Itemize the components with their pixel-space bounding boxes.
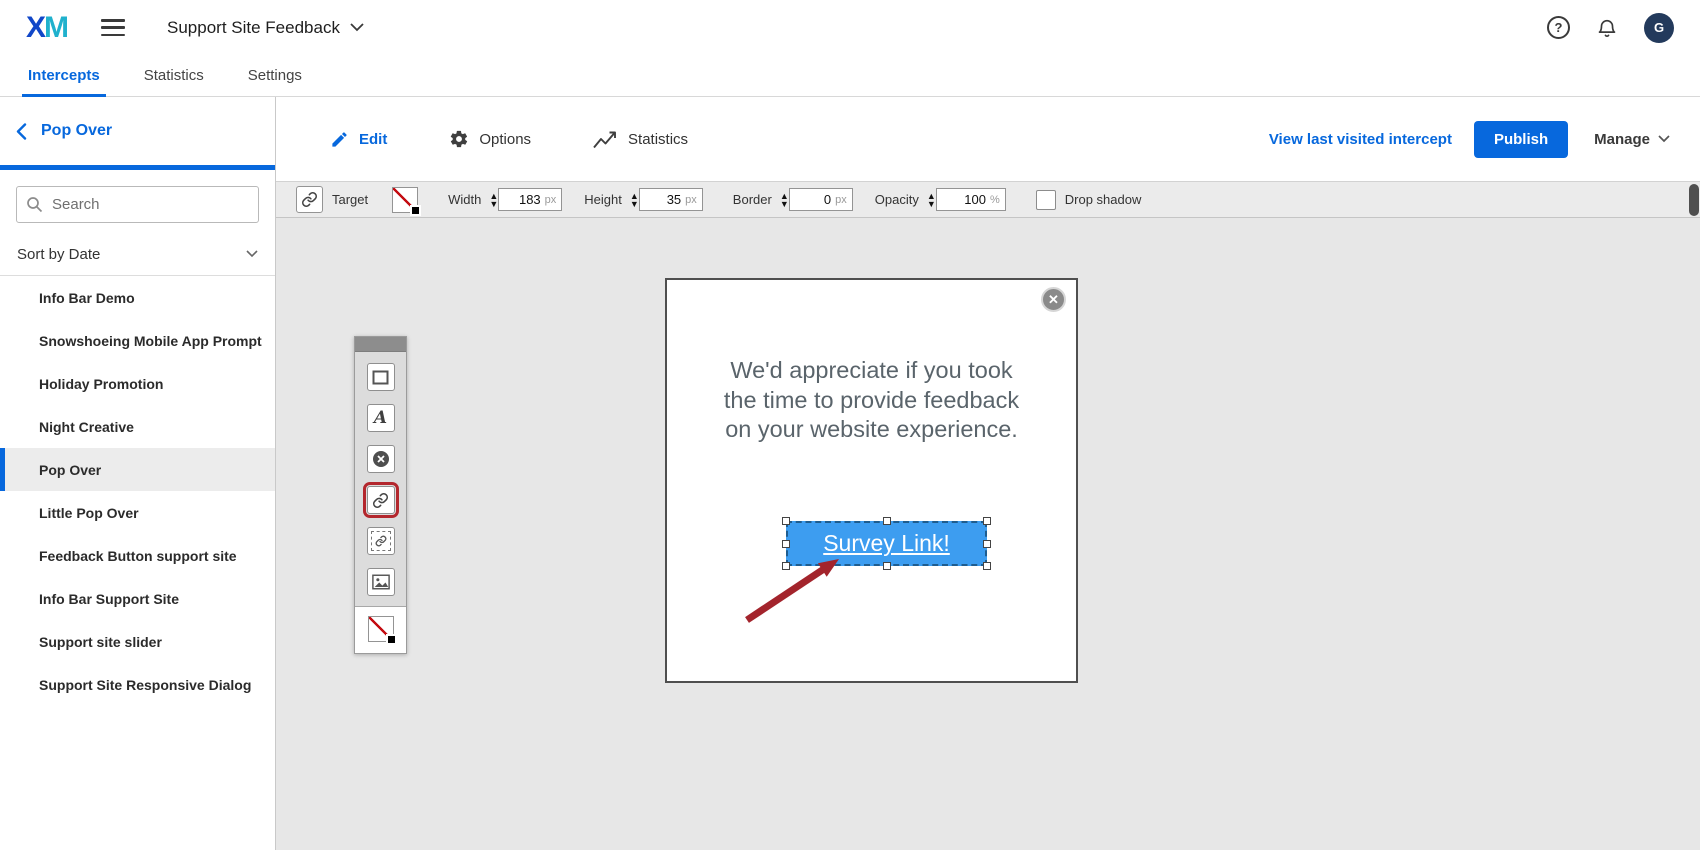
image-icon: [372, 574, 390, 590]
palette-color-section: [355, 606, 406, 653]
publish-button[interactable]: Publish: [1474, 121, 1568, 158]
sort-label: Sort by Date: [17, 246, 100, 263]
creative-tool-palette: A: [354, 336, 407, 654]
border-label: Border: [733, 192, 772, 207]
text-icon: A: [374, 408, 387, 428]
height-stepper[interactable]: ▲▼: [630, 192, 639, 208]
sort-by-date-dropdown[interactable]: Sort by Date: [0, 233, 275, 276]
list-item[interactable]: Holiday Promotion: [0, 362, 275, 405]
topbar-actions: ? G: [1547, 13, 1674, 43]
close-circle-icon: [372, 450, 390, 468]
survey-link-element[interactable]: Survey Link!: [786, 521, 987, 566]
resize-handle[interactable]: [782, 517, 790, 525]
view-last-visited-link[interactable]: View last visited intercept: [1269, 131, 1452, 148]
target-label: Target: [332, 192, 368, 207]
text-tool-button[interactable]: A: [367, 404, 395, 432]
list-item[interactable]: Little Pop Over: [0, 491, 275, 534]
drop-shadow-label: Drop shadow: [1065, 192, 1142, 207]
current-intercept-name: Pop Over: [41, 122, 112, 140]
rectangle-icon: [372, 370, 389, 385]
pencil-icon: [330, 130, 349, 149]
manage-dropdown[interactable]: Manage: [1594, 131, 1670, 148]
list-item[interactable]: Support Site Responsive Dialog: [0, 663, 275, 706]
search-box[interactable]: [16, 186, 259, 223]
primary-tabs: Intercepts Statistics Settings: [0, 55, 1700, 97]
opacity-input[interactable]: 100%: [936, 188, 1006, 211]
list-item[interactable]: Info Bar Support Site: [0, 577, 275, 620]
design-canvas: A: [276, 218, 1700, 850]
scrollbar-thumb[interactable]: [1689, 184, 1699, 216]
hamburger-menu-icon[interactable]: [101, 19, 125, 36]
chevron-left-icon: [16, 123, 27, 140]
list-item-selected[interactable]: Pop Over: [0, 448, 275, 491]
options-mode-button[interactable]: Options: [449, 129, 531, 149]
search-icon: [26, 196, 43, 213]
popover-message[interactable]: We'd appreciate if you took the time to …: [711, 356, 1032, 445]
action-toolbar: Edit Options Statistics View last visite…: [276, 97, 1700, 181]
border-input[interactable]: 0px: [789, 188, 853, 211]
main-panel: Edit Options Statistics View last visite…: [276, 97, 1700, 850]
palette-drag-handle[interactable]: [355, 337, 406, 352]
top-bar: XM Support Site Feedback ? G: [0, 0, 1700, 55]
resize-handle[interactable]: [782, 562, 790, 570]
tab-statistics[interactable]: Statistics: [144, 55, 204, 96]
resize-handle[interactable]: [883, 517, 891, 525]
list-item[interactable]: Night Creative: [0, 405, 275, 448]
intercepts-sidebar: Pop Over Sort by Date Info Bar Demo Snow…: [0, 97, 276, 850]
tab-intercepts[interactable]: Intercepts: [28, 55, 100, 96]
chevron-down-icon: [1658, 135, 1670, 143]
opacity-stepper[interactable]: ▲▼: [927, 192, 936, 208]
edit-mode-button[interactable]: Edit: [330, 130, 387, 149]
list-item[interactable]: Info Bar Demo: [0, 276, 275, 319]
resize-handle[interactable]: [983, 540, 991, 548]
target-button[interactable]: [296, 186, 323, 213]
opacity-label: Opacity: [875, 192, 919, 207]
image-tool-button[interactable]: [367, 568, 395, 596]
list-item[interactable]: Feedback Button support site: [0, 534, 275, 577]
list-item[interactable]: Support site slider: [0, 620, 275, 663]
xm-logo: XM: [26, 13, 67, 43]
drop-shadow-checkbox[interactable]: [1036, 190, 1056, 210]
search-input[interactable]: [50, 195, 253, 214]
height-label: Height: [584, 192, 622, 207]
user-avatar[interactable]: G: [1644, 13, 1674, 43]
back-to-list[interactable]: Pop Over: [0, 97, 275, 170]
popover-preview: ✕ We'd appreciate if you took the time t…: [665, 278, 1078, 683]
resize-handle[interactable]: [782, 540, 790, 548]
survey-link-text[interactable]: Survey Link!: [823, 530, 950, 557]
rectangle-tool-button[interactable]: [367, 363, 395, 391]
resize-handle[interactable]: [983, 562, 991, 570]
embedded-target-tool-button[interactable]: [367, 527, 395, 555]
palette-color-swatch[interactable]: [368, 616, 394, 642]
fill-color-swatch[interactable]: [392, 187, 418, 213]
dashed-link-icon: [371, 531, 391, 551]
format-toolbar: Target Width ▲▼ 183px Height ▲▼ 35px Bor…: [276, 181, 1700, 218]
tab-settings[interactable]: Settings: [248, 55, 302, 96]
chevron-down-icon: [246, 250, 258, 258]
height-input[interactable]: 35px: [639, 188, 703, 211]
width-stepper[interactable]: ▲▼: [489, 192, 498, 208]
dialog-close-icon[interactable]: ✕: [1041, 287, 1066, 312]
notifications-bell-icon[interactable]: [1596, 17, 1618, 39]
intercept-list: Info Bar Demo Snowshoeing Mobile App Pro…: [0, 276, 275, 706]
border-stepper[interactable]: ▲▼: [780, 192, 789, 208]
survey-link-tool-button[interactable]: [367, 486, 395, 514]
width-label: Width: [448, 192, 481, 207]
width-input[interactable]: 183px: [498, 188, 562, 211]
close-element-tool-button[interactable]: [367, 445, 395, 473]
chevron-down-icon[interactable]: [350, 23, 364, 32]
list-item[interactable]: Snowshoeing Mobile App Prompt: [0, 319, 275, 362]
gear-icon: [449, 129, 469, 149]
resize-handle[interactable]: [883, 562, 891, 570]
link-icon: [301, 191, 318, 208]
line-chart-icon: [593, 130, 618, 149]
project-title[interactable]: Support Site Feedback: [167, 18, 340, 38]
statistics-mode-button[interactable]: Statistics: [593, 130, 688, 149]
resize-handle[interactable]: [983, 517, 991, 525]
help-icon[interactable]: ?: [1547, 16, 1570, 39]
link-icon: [372, 492, 389, 509]
